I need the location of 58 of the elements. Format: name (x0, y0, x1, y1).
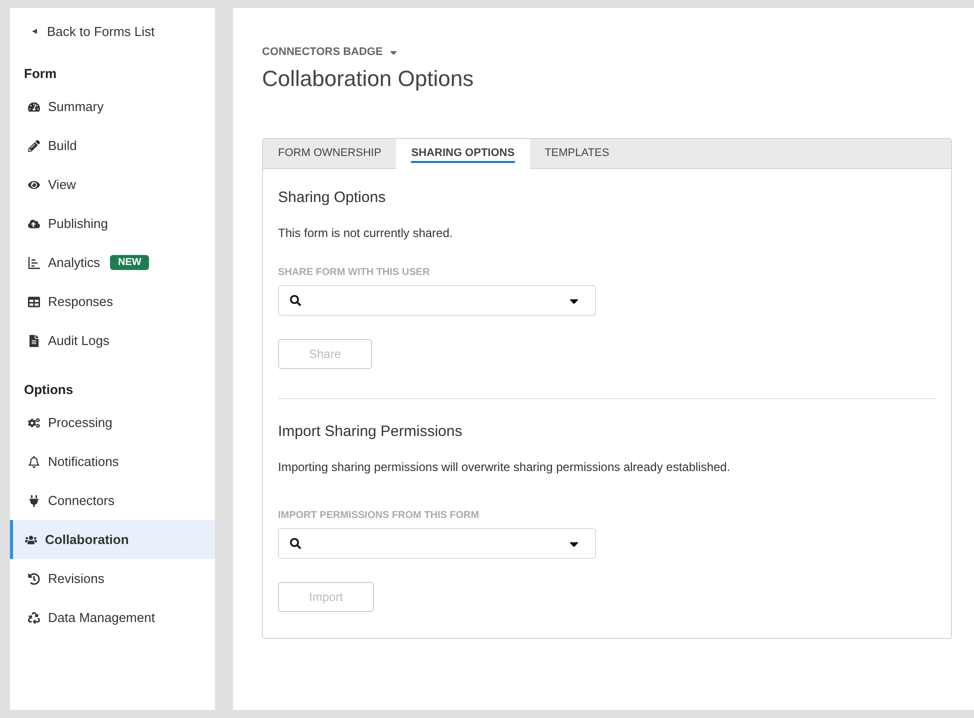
sidebar-item[interactable]: Publishing (10, 204, 215, 243)
sidebar-item-label: Analytics (48, 255, 100, 270)
pencil-icon (27, 140, 40, 152)
sidebar-item-label: Connectors (48, 493, 114, 508)
history-icon (27, 572, 40, 584)
tab[interactable]: FORM OWNERSHIP (263, 139, 396, 169)
sidebar-item-label: Collaboration (45, 532, 129, 547)
section-text: Importing sharing permissions will overwrite sharing permissions already established. (278, 460, 732, 474)
search-icon (290, 538, 301, 549)
sidebar-heading: Options (23, 382, 74, 397)
sidebar-item-label: Notifications (48, 454, 119, 469)
sidebar-item-label: Data Management (48, 610, 155, 625)
sidebar-item[interactable]: Build (10, 126, 215, 165)
eye-icon (27, 178, 40, 190)
recycle-icon (27, 612, 40, 624)
gauge-icon (27, 100, 40, 112)
sidebar-item[interactable]: Data Management (10, 598, 215, 637)
sidebar-item-label: Build (48, 138, 77, 153)
sidebar-item-label: Revisions (48, 571, 104, 586)
document-icon (27, 334, 40, 346)
sidebar-item[interactable]: Summary (10, 87, 215, 126)
sidebar-item[interactable]: View (10, 165, 215, 204)
sidebar-item[interactable]: Notifications (10, 442, 215, 481)
field-label: IMPORT PERMISSIONS FROM THIS FORM (278, 510, 480, 521)
tab[interactable]: SHARING OPTIONS (396, 139, 530, 169)
sidebar-heading: Form (23, 66, 58, 81)
sidebar-item[interactable]: Collaboration (10, 520, 215, 559)
sidebar-item-label: Publishing (48, 216, 108, 231)
gears-icon (27, 416, 40, 428)
sidebar-item-label: View (48, 177, 76, 192)
bell-icon (27, 456, 40, 468)
sidebar-item-label: Summary (48, 99, 104, 114)
sidebar-item-label: Processing (48, 415, 112, 430)
sidebar-item[interactable]: Connectors (10, 481, 215, 520)
form-name-dropdown[interactable]: CONNECTORS BADGE (262, 46, 399, 58)
sidebar-item[interactable]: Revisions (10, 559, 215, 598)
section-text: This form is not currently shared. (278, 226, 454, 240)
sidebar-item[interactable]: Analytics NEW (10, 243, 215, 282)
field-label: SHARE FORM WITH THIS USER (278, 267, 431, 278)
sidebar-item-label: Responses (48, 294, 114, 309)
users-icon (24, 534, 37, 546)
search-select-field[interactable] (278, 285, 596, 316)
table-icon (27, 296, 40, 308)
sidebar-item[interactable]: Audit Logs (10, 321, 215, 360)
plug-icon (27, 494, 40, 506)
search-select-field[interactable] (278, 528, 596, 559)
cloud-upload-icon (27, 218, 40, 230)
chart-icon (28, 256, 40, 268)
new-badge: NEW (110, 255, 150, 270)
sidebar-item[interactable]: Processing (10, 403, 215, 442)
search-icon (290, 295, 301, 306)
section-heading: Sharing Options (278, 189, 387, 206)
page-title: Collaboration Options (262, 66, 475, 92)
sidebar-item[interactable]: Responses (10, 282, 215, 321)
sidebar-item-label: Audit Logs (48, 333, 110, 348)
tab[interactable]: TEMPLATES (530, 139, 624, 169)
section-heading: Import Sharing Permissions (278, 423, 464, 440)
back-link[interactable]: ◂ Back to Forms List (10, 22, 215, 40)
